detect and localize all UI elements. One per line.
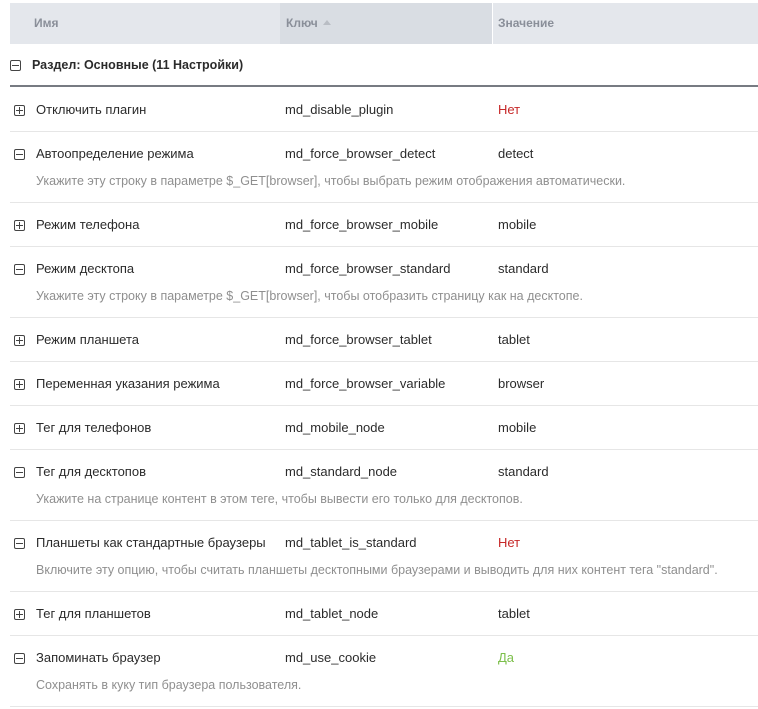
setting-value[interactable]: mobile xyxy=(498,203,536,247)
setting-value[interactable]: tablet xyxy=(498,592,530,636)
column-header-value-label: Значение xyxy=(498,16,555,30)
setting-description: Укажите на странице контент в этом теге,… xyxy=(36,492,523,506)
collapse-minus-icon[interactable] xyxy=(14,264,25,275)
table-row[interactable]: Режим планшета md_force_browser_tablet tab… xyxy=(10,318,758,362)
setting-value[interactable]: standard xyxy=(498,247,549,291)
setting-name: Отключить плагин xyxy=(36,102,147,117)
expand-plus-icon[interactable] xyxy=(14,335,25,346)
setting-value[interactable]: mobile xyxy=(498,406,536,450)
setting-key: md_force_browser_variable xyxy=(285,376,446,391)
setting-name: Запоминать браузер xyxy=(36,650,161,665)
table-row[interactable]: Переменная указания режима md_force_brows… xyxy=(10,362,758,406)
setting-name: Режим планшета xyxy=(36,332,139,347)
setting-key: md_mobile_node xyxy=(285,420,385,435)
setting-name: Автоопределение режима xyxy=(36,146,194,161)
expand-plus-icon[interactable] xyxy=(14,609,25,620)
setting-name: Тег для телефонов xyxy=(36,420,152,435)
collapse-minus-icon[interactable] xyxy=(14,149,25,160)
setting-value[interactable]: detect xyxy=(498,132,533,176)
setting-name: Переменная указания режима xyxy=(36,376,220,391)
setting-name: Режим десктопа xyxy=(36,261,135,276)
setting-key: md_force_browser_detect xyxy=(285,146,436,161)
setting-key: md_tablet_node xyxy=(285,606,379,621)
expand-plus-icon[interactable] xyxy=(14,423,25,434)
column-header-key[interactable]: Ключ xyxy=(280,3,492,44)
expand-plus-icon[interactable] xyxy=(14,105,25,116)
setting-value[interactable]: browser xyxy=(498,362,544,406)
expand-plus-icon[interactable] xyxy=(14,220,25,231)
setting-key: md_disable_plugin xyxy=(285,102,394,117)
collapse-minus-icon[interactable] xyxy=(10,60,21,71)
table-header: Имя Ключ Значение xyxy=(10,3,758,44)
setting-description: Сохранять в куку тип браузера пользовате… xyxy=(36,678,302,692)
table-row[interactable]: Планшеты как стандартные браузеры md_tabl… xyxy=(10,521,758,592)
setting-key: md_force_browser_tablet xyxy=(285,332,432,347)
table-row[interactable]: Отключить плагин md_disable_plugin Нет xyxy=(10,88,758,132)
setting-key: md_tablet_is_standard xyxy=(285,535,417,550)
collapse-minus-icon[interactable] xyxy=(14,538,25,549)
section-title: Раздел: Основные (11 Настройки) xyxy=(32,58,244,72)
collapse-minus-icon[interactable] xyxy=(14,653,25,664)
setting-value[interactable]: tablet xyxy=(498,318,530,362)
column-header-key-label: Ключ xyxy=(286,16,318,30)
column-header-name-label: Имя xyxy=(34,16,59,30)
setting-key: md_force_browser_mobile xyxy=(285,217,439,232)
setting-description: Укажите эту строку в параметре $_GET[bro… xyxy=(36,289,583,303)
sort-ascending-icon xyxy=(322,20,331,26)
setting-value[interactable]: standard xyxy=(498,450,549,494)
column-header-name[interactable]: Имя xyxy=(28,3,280,44)
table-row[interactable]: Запоминать браузер md_use_cookie Да Сохраня… xyxy=(10,636,758,707)
section-header[interactable]: Раздел: Основные (11 Настройки) xyxy=(10,44,758,87)
setting-key: md_standard_node xyxy=(285,464,398,479)
setting-key: md_force_browser_standard xyxy=(285,261,451,276)
setting-name: Режим телефона xyxy=(36,217,140,232)
setting-name: Тег для планшетов xyxy=(36,606,151,621)
setting-key: md_use_cookie xyxy=(285,650,377,665)
setting-description: Включите эту опцию, чтобы считать планше… xyxy=(36,563,718,577)
table-row[interactable]: Режим телефона md_force_browser_mobile mob… xyxy=(10,203,758,247)
table-row[interactable]: Режим десктопа md_force_browser_standard s… xyxy=(10,247,758,318)
setting-name: Тег для десктопов xyxy=(36,464,146,479)
table-row[interactable]: Автоопределение режима md_force_browser_d… xyxy=(10,132,758,203)
collapse-minus-icon[interactable] xyxy=(14,467,25,478)
setting-description: Укажите эту строку в параметре $_GET[bro… xyxy=(36,174,626,188)
setting-value[interactable]: Нет xyxy=(498,521,520,565)
table-row[interactable]: Тег для десктопов md_standard_node standar… xyxy=(10,450,758,521)
table-row[interactable]: Тег для телефонов md_mobile_node mobile xyxy=(10,406,758,450)
expand-plus-icon[interactable] xyxy=(14,379,25,390)
setting-value[interactable]: Нет xyxy=(498,88,520,132)
table-row[interactable]: Тег для планшетов md_tablet_node tablet xyxy=(10,592,758,636)
setting-name: Планшеты как стандартные браузеры xyxy=(36,535,266,550)
setting-value[interactable]: Да xyxy=(498,636,514,680)
column-header-value[interactable]: Значение xyxy=(492,3,758,44)
